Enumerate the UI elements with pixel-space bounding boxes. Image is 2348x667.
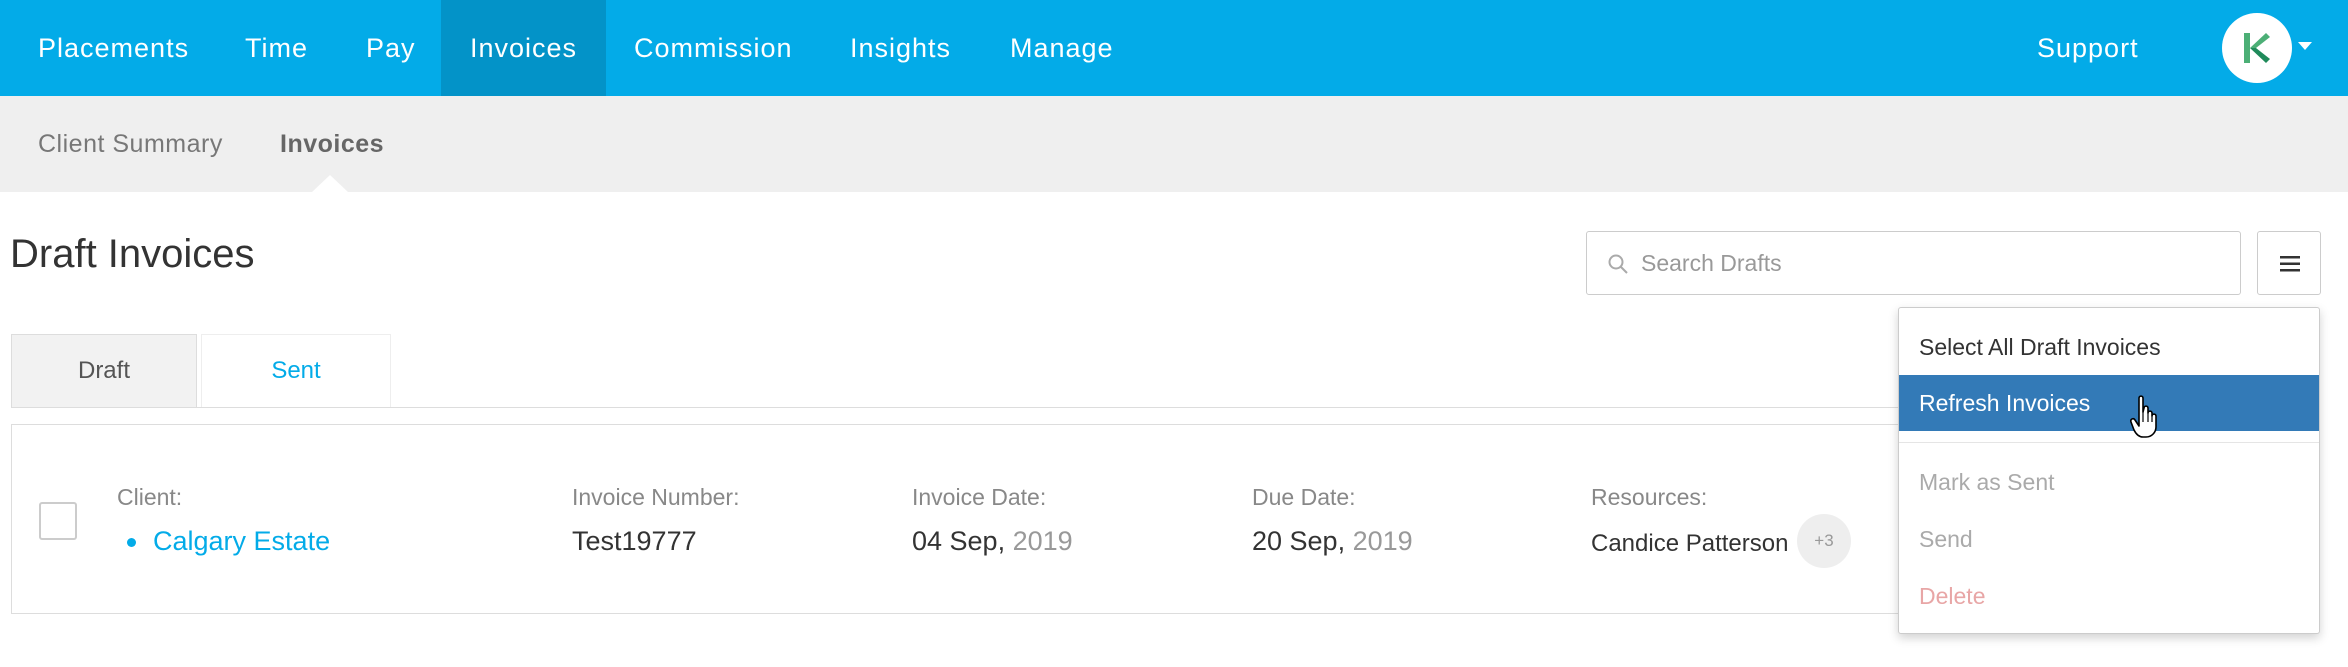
nav-pay[interactable]: Pay — [337, 0, 445, 96]
menu-item-mark-as-sent: Mark as Sent — [1919, 469, 2055, 495]
actions-dropdown-menu: Select All Draft Invoices Refresh Invoic… — [1898, 307, 2320, 634]
due-date-day: 20 Sep, — [1252, 526, 1346, 556]
search-box — [1586, 231, 2241, 295]
client-link[interactable]: Calgary Estate — [153, 526, 330, 557]
top-navigation: Placements Time Pay Invoices Commission … — [0, 0, 2348, 96]
search-input[interactable] — [1641, 232, 2231, 294]
invoice-date-label: Invoice Date: — [912, 484, 1047, 510]
menu-item-send: Send — [1919, 526, 1973, 552]
invoice-row — [11, 424, 1931, 614]
k-logo-icon — [2244, 33, 2270, 63]
search-icon — [1608, 254, 1628, 274]
tab-sent[interactable]: Sent — [201, 334, 391, 408]
invoice-number-label: Invoice Number: — [572, 484, 740, 510]
invoice-number-value: Test19777 — [572, 526, 697, 556]
resources-more-badge[interactable]: +3 — [1797, 514, 1851, 568]
menu-item-refresh-invoices[interactable]: Refresh Invoices — [1899, 375, 2319, 431]
resources-label: Resources: — [1591, 484, 1708, 510]
invoice-date-day: 04 Sep, — [912, 526, 1006, 556]
invoice-select-checkbox[interactable] — [39, 502, 77, 540]
subnav-client-summary[interactable]: Client Summary — [38, 96, 223, 192]
invoice-date-year: 2019 — [1012, 526, 1073, 556]
due-date-value: 20 Sep, 2019 — [1252, 526, 1413, 557]
client-name[interactable]: Calgary Estate — [153, 526, 330, 556]
menu-divider — [1899, 442, 2319, 443]
hand-cursor-icon — [2130, 395, 2157, 438]
nav-commission[interactable]: Commission — [605, 0, 822, 96]
menu-item-select-all[interactable]: Select All Draft Invoices — [1899, 319, 2319, 375]
resources-value: Candice Patterson — [1591, 530, 1789, 557]
active-subnav-pointer — [312, 175, 348, 192]
due-date-year: 2019 — [1352, 526, 1413, 556]
chevron-down-icon[interactable] — [2298, 42, 2312, 50]
tabs-divider — [11, 407, 1901, 408]
client-label: Client: — [117, 484, 183, 510]
user-avatar[interactable] — [2222, 13, 2292, 83]
actions-menu-button[interactable] — [2257, 231, 2321, 295]
nav-placements[interactable]: Placements — [9, 0, 218, 96]
status-dot — [127, 538, 136, 547]
menu-item-delete: Delete — [1919, 583, 1986, 609]
invoice-date-value: 04 Sep, 2019 — [912, 526, 1073, 557]
nav-time[interactable]: Time — [216, 0, 337, 96]
nav-invoices[interactable]: Invoices — [441, 0, 607, 96]
due-date-label: Due Date: — [1252, 484, 1356, 510]
nav-manage[interactable]: Manage — [981, 0, 1143, 96]
nav-support[interactable]: Support — [2008, 0, 2168, 96]
page-title: Draft Invoices — [10, 232, 255, 276]
nav-insights[interactable]: Insights — [821, 0, 980, 96]
hamburger-icon — [2280, 256, 2300, 272]
sub-navigation: Client Summary Invoices — [0, 96, 2348, 192]
tab-draft[interactable]: Draft — [11, 334, 197, 408]
